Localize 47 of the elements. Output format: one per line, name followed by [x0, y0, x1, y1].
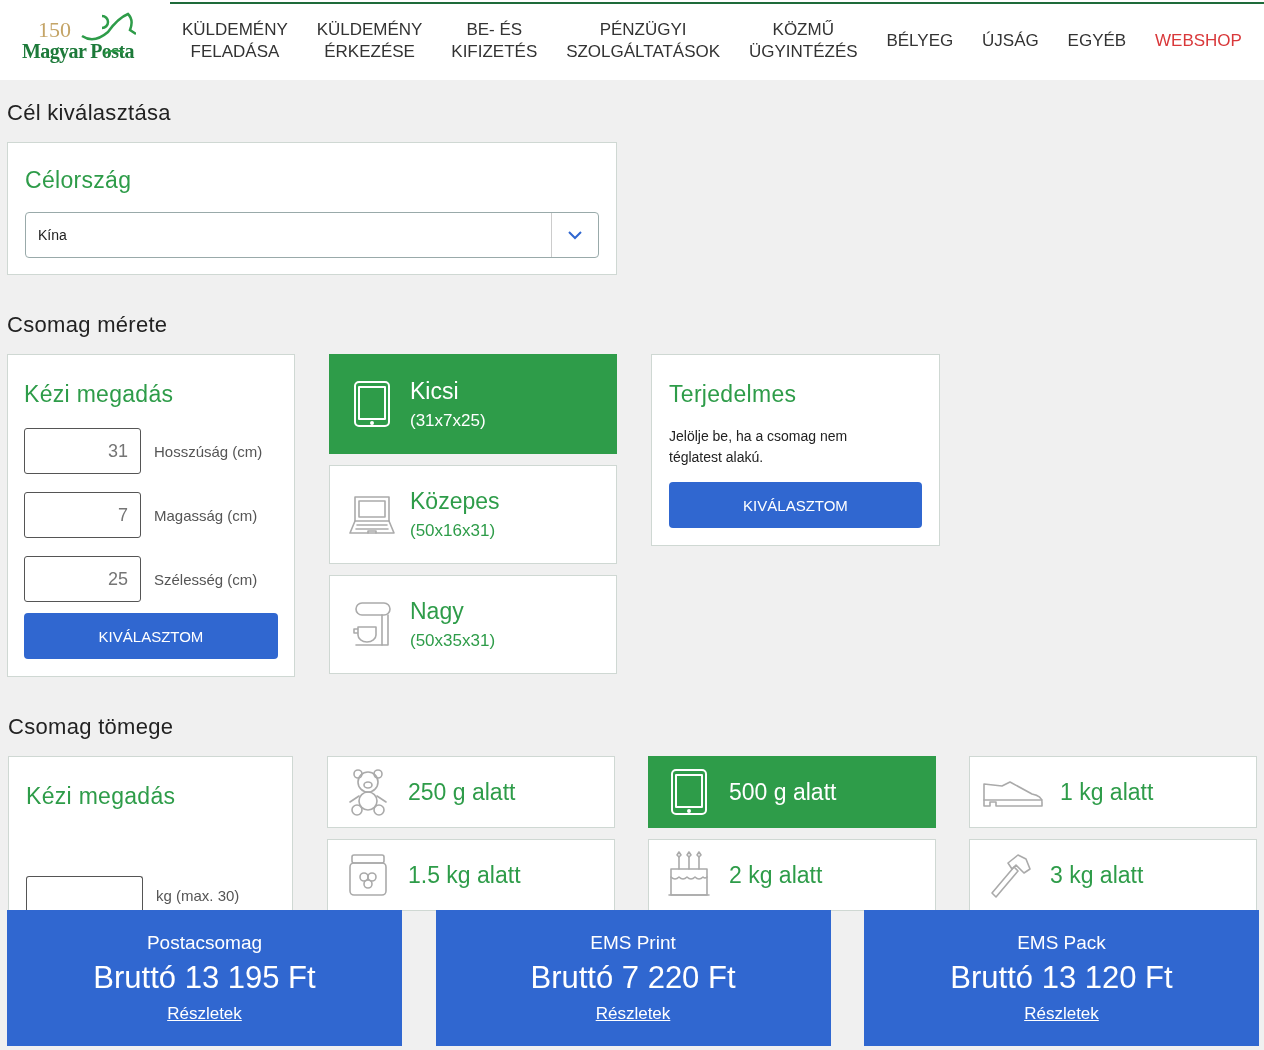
card-title: Kézi megadás	[24, 381, 175, 408]
dimension-input[interactable]: 7	[24, 492, 141, 538]
chevron-down-icon	[567, 230, 583, 240]
dimension-input[interactable]: 25	[24, 556, 141, 602]
nav-link[interactable]: WEBSHOP	[1155, 30, 1242, 52]
details-link[interactable]: Részletek	[167, 1004, 242, 1024]
card-title: Terjedelmes	[669, 381, 798, 408]
weight-option[interactable]: 3 kg alatt	[969, 839, 1257, 911]
weight-option[interactable]: 2 kg alatt	[648, 839, 936, 911]
nav-link[interactable]: ÚJSÁG	[982, 30, 1039, 52]
section-heading: Csomag mérete	[7, 312, 169, 338]
size-option[interactable]: Kicsi (31x7x25)	[329, 354, 617, 454]
nav-link[interactable]: PÉNZÜGYI SZOLGÁLTATÁSOK	[566, 19, 721, 63]
select-button[interactable]: KIVÁLASZTOM	[669, 482, 922, 528]
dimension-input[interactable]: 31	[24, 428, 141, 474]
field-label: kg (max. 30)	[156, 886, 240, 904]
field-label: Szélesség (cm)	[154, 570, 258, 588]
price-text: Bruttó 13 120 Ft	[950, 960, 1173, 996]
service-name: EMS Print	[590, 932, 676, 954]
nav-link[interactable]: KÜLDEMÉNY FELADÁSA	[182, 19, 288, 63]
service-name: Postacsomag	[146, 932, 263, 954]
price-text: Bruttó 7 220 Ft	[530, 960, 736, 996]
nav-link[interactable]: KÜLDEMÉNY ÉRKEZÉSE	[316, 19, 423, 63]
details-link[interactable]: Részletek	[1024, 1004, 1099, 1024]
section-heading: Cél kiválasztása	[7, 100, 172, 126]
select-button[interactable]: KIVÁLASZTOM	[24, 613, 278, 659]
card-title: Célország	[25, 167, 133, 194]
size-option[interactable]: Nagy (50x35x31)	[329, 575, 617, 674]
weight-option[interactable]: 500 g alatt	[648, 756, 936, 828]
magyar-posta-logo[interactable]: 150 Magyar Posta	[0, 6, 182, 76]
country-select[interactable]: Kína	[25, 212, 599, 258]
service-name: EMS Pack	[1017, 932, 1106, 954]
description-text: Jelölje be, ha a csomag nem téglatest alakú.	[669, 427, 849, 467]
card-title: Kézi megadás	[26, 783, 177, 810]
nav-link[interactable]: BE- ÉS KIFIZETÉS	[451, 19, 538, 63]
nav-link[interactable]: BÉLYEG	[886, 30, 954, 52]
nav-link[interactable]: EGYÉB	[1067, 30, 1127, 52]
section-heading: Csomag tömege	[8, 714, 175, 740]
field-label: Hosszúság (cm)	[154, 442, 263, 460]
details-link[interactable]: Részletek	[595, 1004, 671, 1024]
price-text: Bruttó 13 195 Ft	[93, 960, 316, 996]
weight-option[interactable]: 1.5 kg alatt	[327, 839, 615, 911]
nav-link[interactable]: KÖZMŰ ÜGYINTÉZÉS	[748, 19, 858, 63]
weight-option[interactable]: 250 g alatt	[327, 756, 615, 828]
size-option[interactable]: Közepes (50x16x31)	[329, 465, 617, 564]
field-label: Magasság (cm)	[154, 506, 258, 524]
weight-option[interactable]: 1 kg alatt	[969, 756, 1257, 828]
